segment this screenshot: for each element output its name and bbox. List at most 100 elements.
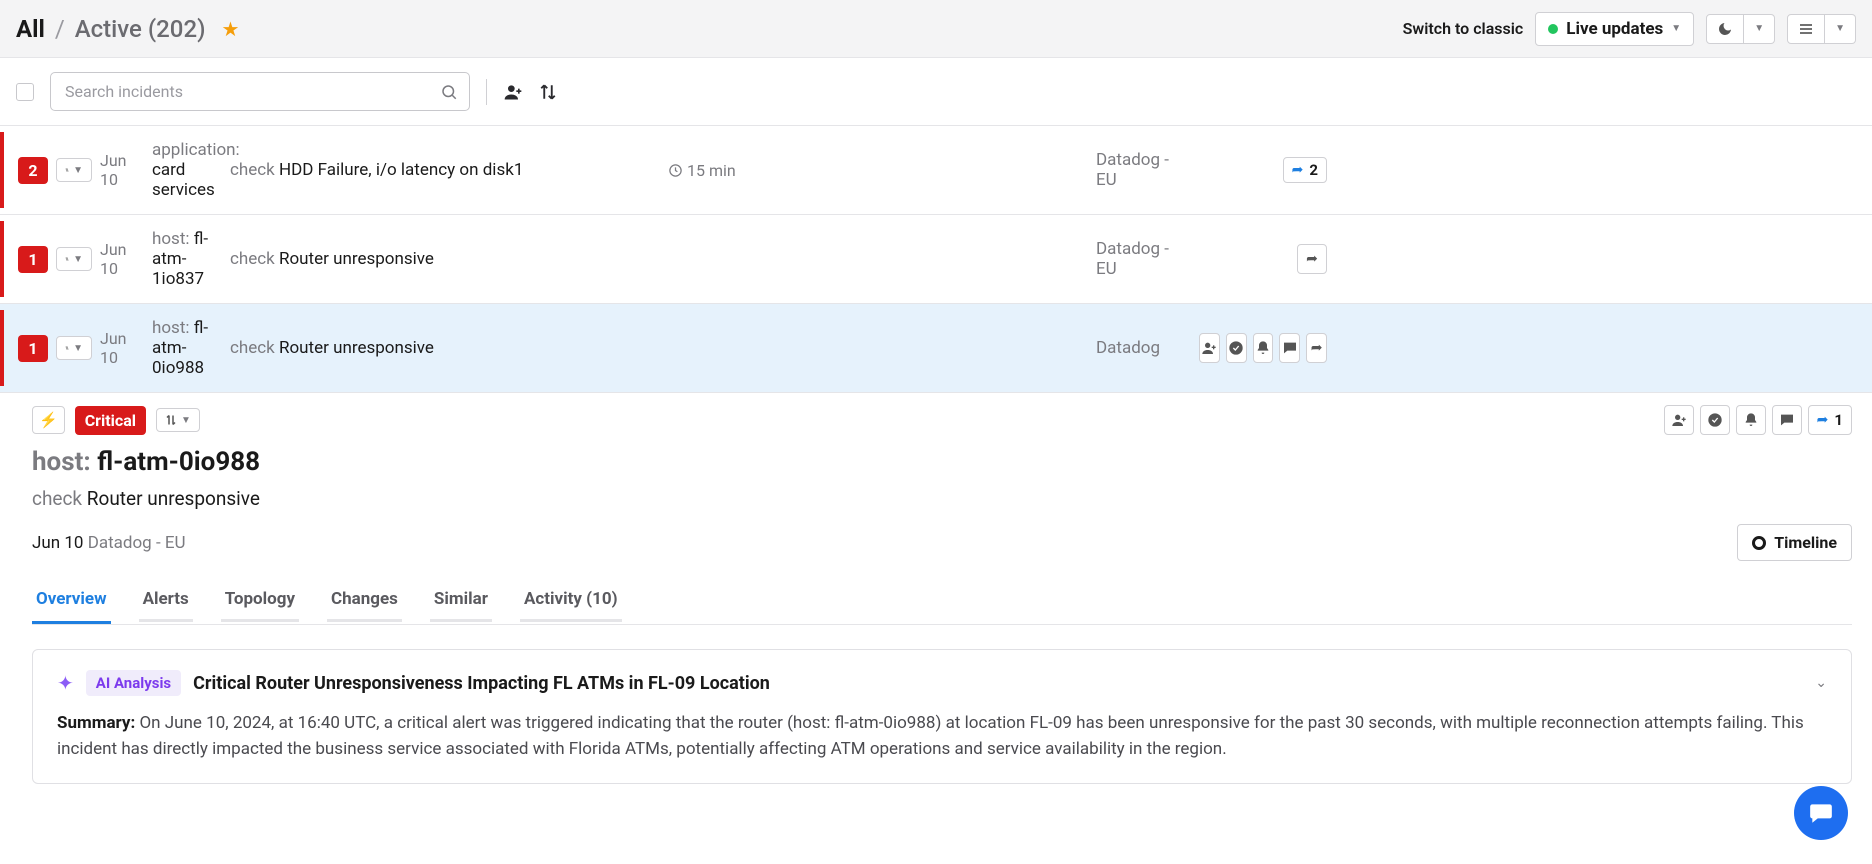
check-circle-icon bbox=[1707, 412, 1723, 428]
alert-count-badge: 1 bbox=[18, 246, 48, 273]
detail-toolbar: ⚡ Critical ▼ ➦ 1 bbox=[32, 405, 1852, 435]
tab-activity[interactable]: Activity (10) bbox=[520, 581, 622, 624]
priority-dropdown[interactable]: ▼ bbox=[56, 336, 92, 360]
comment-button[interactable] bbox=[1772, 405, 1802, 435]
assign-user-icon[interactable] bbox=[503, 82, 523, 102]
bell-icon bbox=[1743, 412, 1759, 428]
row-actions: ➦ bbox=[1199, 333, 1329, 363]
chat-fab[interactable] bbox=[1794, 786, 1848, 840]
search-icon bbox=[440, 83, 458, 101]
chat-icon bbox=[1808, 800, 1834, 826]
share-count: 2 bbox=[1309, 161, 1318, 179]
notify-button[interactable] bbox=[1253, 333, 1274, 363]
incident-check: check HDD Failure, i/o latency on disk1 bbox=[230, 160, 660, 180]
incident-source: Datadog - EU bbox=[1096, 239, 1191, 279]
chevron-down-icon: ▼ bbox=[1671, 23, 1681, 34]
chevron-down-icon: ▼ bbox=[73, 343, 83, 354]
incident-row[interactable]: 1 ▼ Jun 10 host: fl-atm-0io988 check Rou… bbox=[0, 304, 1872, 393]
select-all-checkbox[interactable] bbox=[16, 83, 34, 101]
view-button-group: ▼ bbox=[1787, 14, 1856, 44]
priority-dropdown[interactable]: ▼ bbox=[56, 158, 92, 182]
search-input[interactable] bbox=[50, 72, 470, 111]
ai-analysis-pill: AI Analysis bbox=[86, 670, 181, 696]
comment-icon bbox=[1779, 412, 1795, 428]
tab-overview[interactable]: Overview bbox=[32, 581, 111, 624]
moon-icon bbox=[1717, 21, 1733, 37]
comment-button[interactable] bbox=[1279, 333, 1300, 363]
alert-count-badge: 1 bbox=[18, 335, 48, 362]
incident-row[interactable]: 1 ▼ Jun 10 host: fl-atm-1io837 check Rou… bbox=[0, 215, 1872, 304]
bell-icon bbox=[1255, 340, 1271, 356]
toolbar-divider bbox=[486, 79, 487, 105]
switch-classic-link[interactable]: Switch to classic bbox=[1403, 19, 1524, 38]
share-button[interactable]: ➦ bbox=[1306, 333, 1327, 363]
chevron-down-icon: ▼ bbox=[73, 254, 83, 265]
share-button[interactable]: ➦ 1 bbox=[1808, 405, 1852, 435]
incident-date: Jun 10 bbox=[100, 329, 144, 367]
sort-arrows-icon bbox=[65, 163, 69, 177]
bolt-icon: ⚡ bbox=[39, 411, 58, 429]
ai-analysis-title: Critical Router Unresponsiveness Impacti… bbox=[193, 673, 770, 694]
chevron-down-icon: ▼ bbox=[73, 165, 83, 176]
theme-button-group: ▼ bbox=[1706, 14, 1775, 44]
tab-changes[interactable]: Changes bbox=[327, 581, 402, 624]
severity-edge bbox=[0, 310, 4, 386]
tab-topology[interactable]: Topology bbox=[221, 581, 299, 624]
view-dropdown-button[interactable]: ▼ bbox=[1825, 14, 1856, 44]
detail-actions: ➦ 1 bbox=[1664, 405, 1852, 435]
assign-button[interactable] bbox=[1199, 333, 1220, 363]
detail-check: check Router unresponsive bbox=[32, 487, 1852, 510]
breadcrumb-separator: / bbox=[55, 15, 65, 43]
ai-analysis-header[interactable]: ✦ AI Analysis Critical Router Unresponsi… bbox=[57, 670, 1827, 696]
sort-icon[interactable] bbox=[539, 82, 557, 102]
star-icon[interactable]: ★ bbox=[221, 17, 239, 41]
row-actions: ➦ 2 bbox=[1199, 157, 1329, 183]
list-view-button[interactable] bbox=[1787, 14, 1825, 44]
incident-entity: application: card services bbox=[152, 140, 222, 200]
check-circle-icon bbox=[1228, 340, 1244, 356]
incident-date: Jun 10 bbox=[100, 151, 144, 189]
live-updates-toggle[interactable]: Live updates ▼ bbox=[1535, 12, 1694, 46]
incident-list: 2 ▼ Jun 10 application: card services ch… bbox=[0, 125, 1872, 393]
detail-meta-row: Jun 10 Datadog - EU Timeline bbox=[32, 524, 1852, 561]
notify-button[interactable] bbox=[1736, 405, 1766, 435]
theme-dropdown-button[interactable]: ▼ bbox=[1744, 14, 1775, 44]
priority-dropdown[interactable]: ▼ bbox=[56, 247, 92, 271]
detail-tabs: Overview Alerts Topology Changes Similar… bbox=[32, 581, 1852, 625]
sort-arrows-icon bbox=[65, 252, 69, 266]
incident-source: Datadog bbox=[1096, 338, 1191, 358]
automation-button[interactable]: ⚡ bbox=[32, 406, 65, 434]
share-button[interactable]: ➦ bbox=[1297, 244, 1327, 274]
incident-detail: ⚡ Critical ▼ ➦ 1 host: fl-atm-0io988 che… bbox=[0, 393, 1872, 784]
incident-date: Jun 10 bbox=[100, 240, 144, 278]
record-icon bbox=[1752, 536, 1766, 550]
incident-row[interactable]: 2 ▼ Jun 10 application: card services ch… bbox=[0, 126, 1872, 215]
detail-meta: Jun 10 Datadog - EU bbox=[32, 533, 186, 553]
timeline-button[interactable]: Timeline bbox=[1737, 524, 1852, 561]
acknowledge-button[interactable] bbox=[1700, 405, 1730, 435]
list-icon bbox=[1798, 21, 1814, 37]
share-icon: ➦ bbox=[1306, 251, 1318, 267]
incident-entity: host: fl-atm-1io837 bbox=[152, 229, 222, 289]
share-count: 1 bbox=[1834, 411, 1843, 429]
severity-edge bbox=[0, 221, 4, 297]
tab-alerts[interactable]: Alerts bbox=[139, 581, 193, 624]
chevron-down-icon[interactable]: ⌄ bbox=[1815, 675, 1827, 691]
dark-mode-button[interactable] bbox=[1706, 14, 1744, 44]
assign-button[interactable] bbox=[1664, 405, 1694, 435]
share-button[interactable]: ➦ 2 bbox=[1283, 157, 1327, 183]
acknowledge-button[interactable] bbox=[1226, 333, 1247, 363]
sparkle-icon: ✦ bbox=[57, 671, 74, 695]
breadcrumb-root[interactable]: All bbox=[16, 15, 45, 43]
sort-arrows-icon bbox=[165, 413, 177, 427]
chevron-down-icon: ▼ bbox=[1835, 23, 1845, 34]
incident-duration: 15 min bbox=[668, 161, 1088, 180]
priority-dropdown[interactable]: ▼ bbox=[156, 408, 200, 432]
search-wrapper bbox=[50, 72, 470, 111]
share-icon: ➦ bbox=[1311, 340, 1323, 356]
incident-check: check Router unresponsive bbox=[230, 249, 660, 269]
alert-count-badge: 2 bbox=[18, 157, 48, 184]
tab-similar[interactable]: Similar bbox=[430, 581, 492, 624]
severity-badge: Critical bbox=[75, 406, 146, 435]
share-icon: ➦ bbox=[1817, 412, 1829, 428]
